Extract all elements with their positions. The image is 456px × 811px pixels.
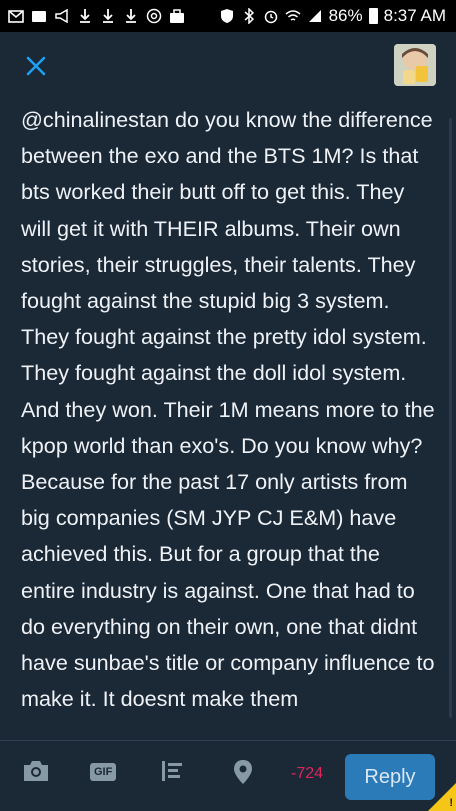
gif-label: GIF	[90, 763, 117, 781]
system-status: 86% 8:37 AM	[219, 6, 456, 26]
download-icon	[123, 8, 139, 24]
gif-icon[interactable]: GIF	[90, 763, 117, 781]
compose-toolbar: GIF -724 Reply !	[0, 740, 456, 811]
battery-percent: 86%	[328, 6, 363, 25]
download-icon	[100, 8, 116, 24]
at-icon	[146, 8, 162, 24]
clock: 8:37 AM	[383, 6, 446, 25]
wifi-icon	[285, 8, 301, 24]
notification-icons	[0, 8, 185, 24]
location-icon[interactable]	[233, 759, 253, 785]
megaphone-icon	[54, 8, 70, 24]
poll-icon[interactable]	[160, 759, 186, 783]
mail-icon	[8, 8, 24, 24]
reply-button[interactable]: Reply	[345, 754, 435, 800]
profile-avatar[interactable]	[394, 44, 436, 86]
status-bar: 86% 8:37 AM	[0, 0, 456, 32]
compose-header	[0, 32, 456, 102]
cast-icon	[31, 8, 47, 24]
tweet-text[interactable]: @chinalinestan do you know the differenc…	[0, 102, 456, 717]
close-icon[interactable]	[22, 54, 50, 82]
briefcase-icon	[169, 8, 185, 24]
warning-icon: !	[449, 797, 453, 809]
battery-icon	[368, 8, 378, 24]
shield-icon	[219, 8, 235, 24]
compose-area[interactable]: @chinalinestan do you know the differenc…	[0, 102, 456, 740]
signal-icon	[307, 8, 323, 24]
scrollbar[interactable]	[449, 118, 452, 718]
character-counter: -724	[291, 765, 324, 782]
download-icon	[77, 8, 93, 24]
camera-icon[interactable]	[22, 759, 50, 783]
alarm-icon	[263, 8, 279, 24]
bluetooth-icon	[241, 8, 257, 24]
